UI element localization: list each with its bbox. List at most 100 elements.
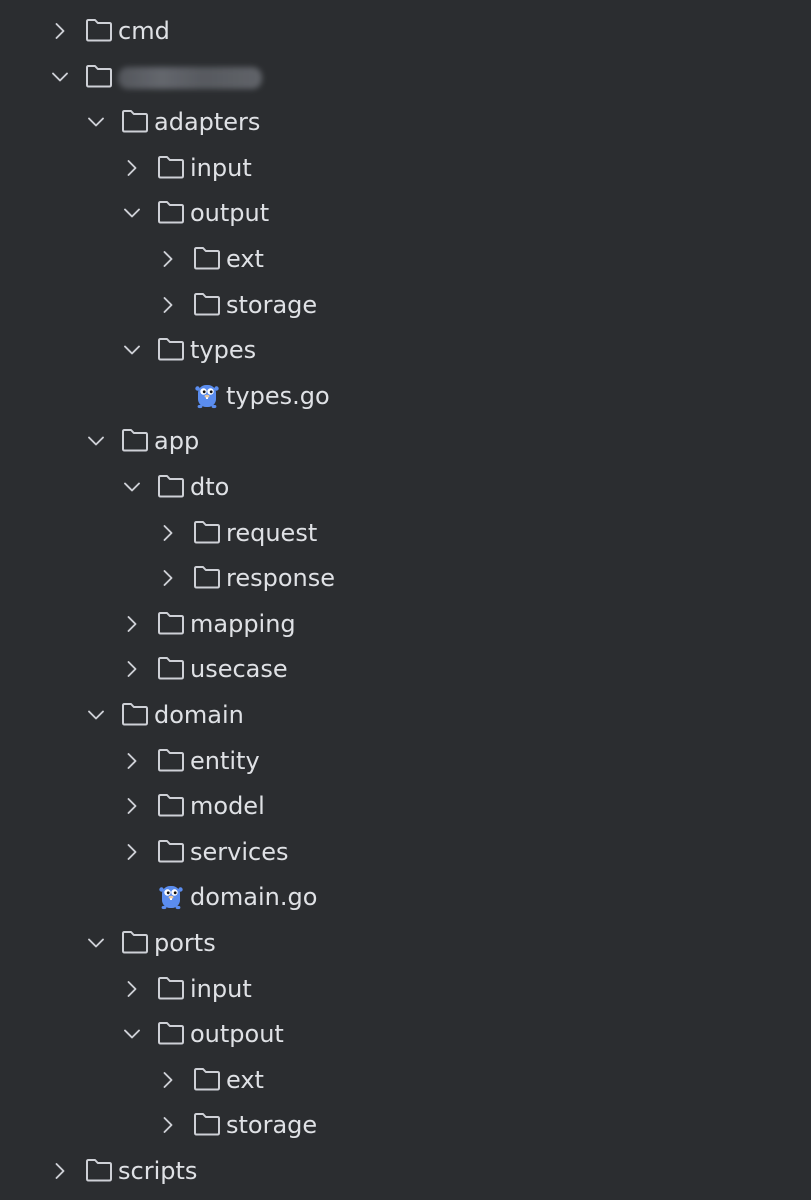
tree-item-label: input — [190, 974, 252, 1003]
chevron-right-icon[interactable] — [120, 840, 144, 864]
tree-item-label: dto — [190, 473, 230, 501]
tree-item-label: storage — [226, 1111, 318, 1140]
folder-icon — [158, 976, 184, 1000]
tree-item-folder[interactable]: request — [0, 513, 811, 553]
tree-item-folder[interactable]: input — [0, 148, 811, 188]
chevron-right-icon[interactable] — [120, 612, 144, 636]
tree-item-folder[interactable]: adapters — [0, 102, 811, 142]
tree-item-label: ext — [226, 245, 264, 273]
tree-item-folder[interactable]: mapping — [0, 604, 811, 644]
chevron-right-icon[interactable] — [120, 749, 144, 773]
tree-item-file[interactable]: types.go — [0, 376, 811, 416]
chevron-down-icon[interactable] — [84, 703, 108, 727]
tree-item-label: scripts — [118, 1157, 198, 1185]
chevron-right-icon[interactable] — [120, 977, 144, 1001]
tree-item-folder[interactable]: scripts — [0, 1151, 811, 1191]
chevron-right-icon[interactable] — [48, 19, 72, 43]
tree-item-label: adapters — [154, 108, 261, 137]
folder-icon — [194, 247, 220, 270]
go-gopher-icon — [159, 886, 183, 910]
tree-item-label: domain — [154, 701, 244, 729]
tree-item-folder[interactable]: usecase — [0, 649, 811, 689]
tree-item-label: services — [190, 837, 289, 866]
tree-item-label: app — [154, 427, 200, 456]
tree-item-folder[interactable]: types — [0, 330, 811, 370]
chevron-right-icon[interactable] — [156, 1113, 180, 1137]
tree-item-folder[interactable]: response — [0, 558, 811, 598]
chevron-down-icon[interactable] — [120, 201, 144, 225]
tree-item-folder[interactable]: cmd — [0, 11, 811, 51]
folder-icon — [194, 566, 220, 589]
chevron-right-icon[interactable] — [156, 247, 180, 271]
folder-icon — [122, 703, 148, 726]
chevron-right-icon[interactable] — [48, 1159, 72, 1183]
tree-item-label: response — [226, 564, 336, 593]
folder-icon — [158, 839, 184, 863]
tree-item-label: outpout — [190, 1020, 284, 1049]
tree-item-label: entity — [190, 746, 260, 775]
chevron-down-icon[interactable] — [120, 475, 144, 499]
chevron-down-icon[interactable] — [120, 1022, 144, 1046]
folder-icon — [158, 748, 184, 772]
chevron-down-icon[interactable] — [120, 338, 144, 362]
tree-item-folder[interactable]: model — [0, 786, 811, 826]
tree-item-label: request — [226, 518, 318, 547]
folder-icon — [158, 1022, 184, 1045]
tree-item-folder[interactable]: ports — [0, 923, 811, 963]
folder-icon — [194, 1067, 220, 1091]
tree-item-folder[interactable]: dto — [0, 467, 811, 507]
tree-item-label: ports — [154, 929, 216, 957]
tree-item-label: mapping — [190, 609, 296, 638]
folder-icon — [122, 931, 148, 954]
folder-icon — [158, 475, 184, 498]
chevron-right-icon[interactable] — [120, 156, 144, 180]
folder-icon — [194, 292, 220, 316]
tree-item-label: cmd — [118, 17, 170, 45]
tree-item-label: storage — [226, 290, 318, 319]
tree-item-folder[interactable]: app — [0, 421, 811, 461]
chevron-right-icon[interactable] — [156, 1068, 180, 1092]
folder-icon — [158, 657, 184, 680]
tree-item-label: ext — [226, 1065, 264, 1094]
folder-icon — [194, 1113, 220, 1136]
tree-item-folder[interactable]: storage — [0, 285, 811, 325]
chevron-right-icon[interactable] — [156, 293, 180, 317]
folder-icon — [122, 110, 148, 133]
chevron-down-icon[interactable] — [84, 110, 108, 134]
chevron-down-icon[interactable] — [84, 429, 108, 453]
tree-item-folder[interactable]: ext — [0, 1060, 811, 1100]
chevron-down-icon[interactable] — [48, 65, 72, 89]
tree-item-label: types.go — [226, 381, 330, 410]
tree-item-label: input — [190, 153, 252, 182]
folder-icon — [122, 429, 148, 452]
tree-item-folder[interactable]: ext — [0, 239, 811, 279]
folder-icon — [158, 201, 184, 224]
tree-item-folder[interactable] — [0, 57, 811, 97]
chevron-right-icon[interactable] — [120, 794, 144, 818]
tree-item-folder[interactable]: services — [0, 832, 811, 872]
folder-icon — [86, 19, 112, 42]
tree-item-label: model — [190, 792, 265, 821]
chevron-right-icon[interactable] — [156, 566, 180, 590]
tree-item-folder[interactable]: storage — [0, 1105, 811, 1145]
tree-item-folder[interactable]: entity — [0, 741, 811, 781]
go-gopher-icon — [195, 384, 219, 408]
tree-item-folder[interactable]: input — [0, 969, 811, 1009]
tree-item-folder[interactable]: outpout — [0, 1014, 811, 1054]
tree-item-file[interactable]: domain.go — [0, 877, 811, 917]
chevron-right-icon[interactable] — [156, 521, 180, 545]
folder-icon — [158, 155, 184, 179]
tree-item-folder[interactable]: domain — [0, 695, 811, 735]
chevron-down-icon[interactable] — [84, 931, 108, 955]
tree-item-label: types — [190, 336, 257, 365]
folder-icon — [158, 611, 184, 635]
folder-icon — [158, 338, 184, 361]
folder-icon — [86, 64, 112, 88]
tree-item-label: usecase — [190, 655, 288, 684]
chevron-right-icon[interactable] — [120, 657, 144, 681]
project-tree: cmd adapters input output ext storage types typ… — [0, 0, 811, 1200]
folder-icon — [158, 794, 184, 817]
tree-item-label: output — [190, 199, 270, 228]
tree-item-label: domain.go — [190, 883, 318, 912]
tree-item-folder[interactable]: output — [0, 193, 811, 233]
